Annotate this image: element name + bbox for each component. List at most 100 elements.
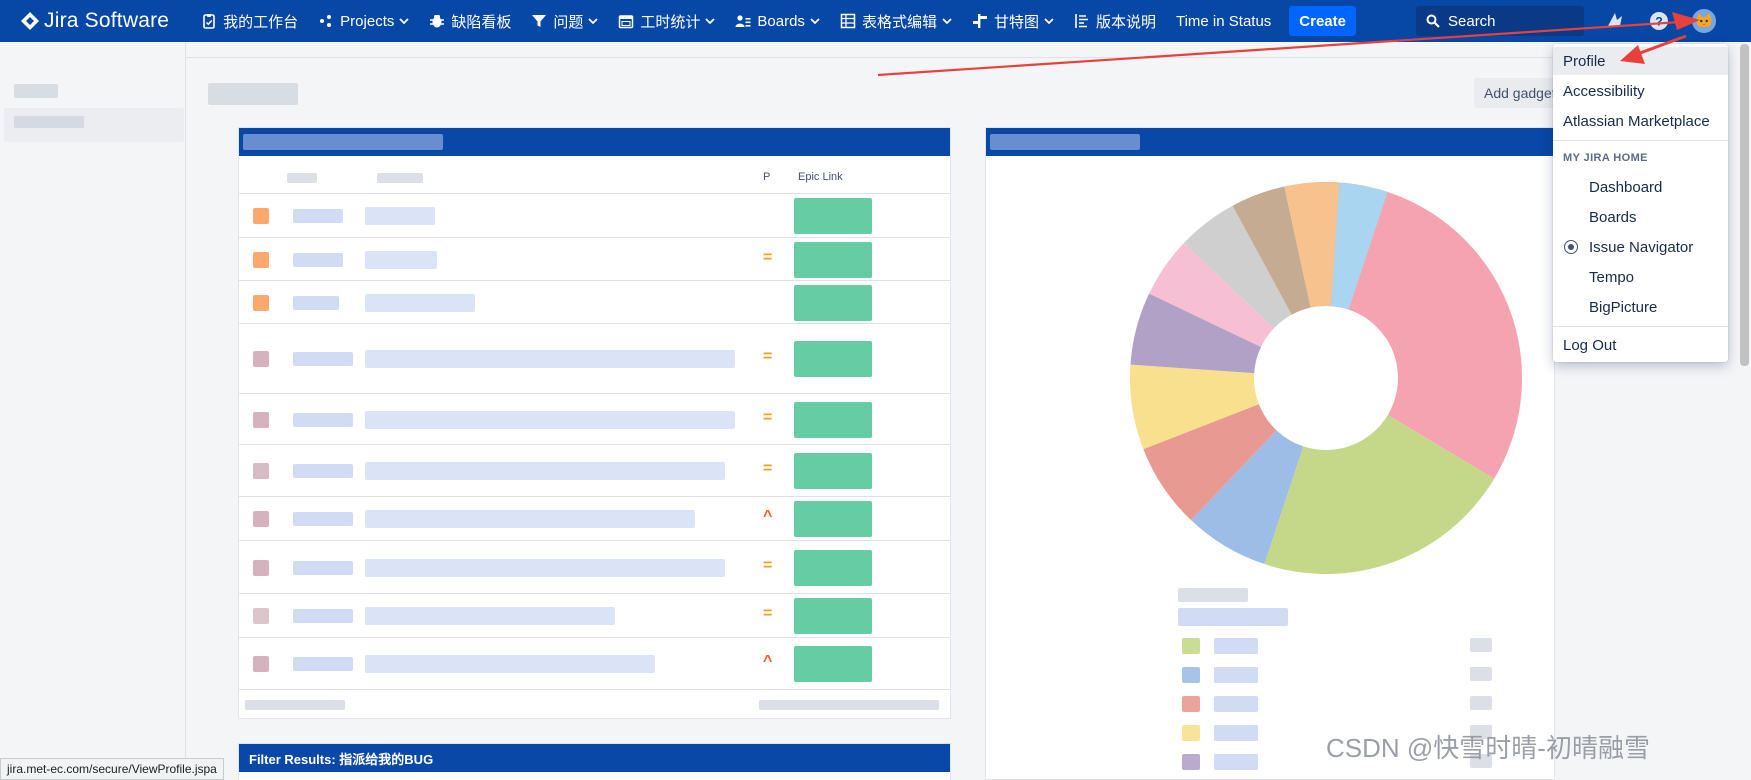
header-divider xyxy=(186,57,1558,58)
blurred-issue-summary[interactable] xyxy=(365,410,735,429)
blurred-footer-count xyxy=(245,700,345,710)
table-row[interactable]: ^ xyxy=(239,638,950,690)
blurred-issue-key[interactable] xyxy=(293,252,343,267)
projects-icon xyxy=(320,15,332,27)
blurred-legend-label[interactable] xyxy=(1214,667,1258,683)
blurred-issue-key[interactable] xyxy=(293,464,353,478)
jira-logo[interactable]: Jira Software xyxy=(20,9,169,33)
blurred-issue-key[interactable] xyxy=(293,412,353,427)
nav-projects[interactable]: Projects xyxy=(308,0,419,42)
filter-results-gadget: Filter Results: 指派给我的BUG xyxy=(238,743,951,780)
nav-time-in-status-label: Time in Status xyxy=(1175,12,1272,30)
table-row[interactable]: = xyxy=(239,594,950,638)
add-gadget-button[interactable]: Add gadget xyxy=(1474,78,1564,108)
menu-item-tempo[interactable]: Tempo xyxy=(1553,263,1728,291)
nav-table-edit[interactable]: 表格式编辑 xyxy=(830,0,962,42)
nav-worklog-stats[interactable]: 工时统计 xyxy=(608,0,725,42)
issue-type-icon xyxy=(253,251,269,268)
nav-gantt-label: 甘特图 xyxy=(993,13,1039,31)
blurred-issue-summary[interactable] xyxy=(365,558,725,577)
blurred-issue-summary[interactable] xyxy=(365,350,735,368)
blurred-epic-link[interactable] xyxy=(794,284,872,321)
table-row[interactable]: = xyxy=(239,324,950,394)
nav-my-workbench-label: 我的工作台 xyxy=(223,13,299,31)
user-avatar[interactable] xyxy=(1690,7,1718,35)
blurred-issue-summary[interactable] xyxy=(365,462,725,480)
blurred-legend-label[interactable] xyxy=(1214,638,1258,654)
blurred-issue-key[interactable] xyxy=(293,512,353,526)
table-row[interactable]: = xyxy=(239,238,950,281)
blurred-epic-link[interactable] xyxy=(794,341,872,377)
issue-type-icon xyxy=(253,351,269,367)
svg-text:?: ? xyxy=(1655,15,1662,29)
menu-item-accessibility[interactable]: Accessibility xyxy=(1553,77,1728,105)
blurred-epic-link[interactable] xyxy=(794,197,872,234)
issue-type-icon xyxy=(253,608,269,624)
menu-item-log-out[interactable]: Log Out xyxy=(1553,331,1728,359)
blurred-issue-summary[interactable] xyxy=(365,510,695,528)
blurred-legend-label[interactable] xyxy=(1214,725,1258,741)
table-row[interactable]: = xyxy=(239,445,950,497)
blurred-legend-count xyxy=(1470,667,1492,681)
blurred-epic-link[interactable] xyxy=(794,401,872,438)
menu-divider xyxy=(1553,326,1728,327)
nav-defect-board[interactable]: 缺陷看板 xyxy=(419,0,521,42)
blurred-issue-key[interactable] xyxy=(293,657,353,671)
blurred-epic-link[interactable] xyxy=(794,453,872,489)
pie-gadget-header xyxy=(986,128,1554,156)
blurred-issue-key[interactable] xyxy=(293,560,353,575)
blurred-issue-summary[interactable] xyxy=(365,655,655,673)
table-row[interactable] xyxy=(239,193,950,238)
blurred-issue-summary[interactable] xyxy=(365,206,435,225)
epic-link-column-header[interactable]: Epic Link xyxy=(798,171,843,183)
search-icon xyxy=(1426,14,1440,28)
page-scrollbar[interactable] xyxy=(1740,44,1749,366)
blurred-issue-key[interactable] xyxy=(293,295,339,310)
csdn-watermark: CSDN @快雪时晴-初晴融雪 xyxy=(1326,733,1650,763)
menu-item-atlassian-marketplace[interactable]: Atlassian Marketplace xyxy=(1553,107,1728,135)
priority-icon: = xyxy=(763,348,773,365)
blurred-issue-key[interactable] xyxy=(293,609,353,623)
blurred-issue-summary[interactable] xyxy=(365,293,475,312)
blurred-epic-link[interactable] xyxy=(794,241,872,278)
chevron-down-icon xyxy=(1044,18,1054,25)
menu-item-profile[interactable]: Profile xyxy=(1553,47,1728,75)
help-icon[interactable]: ? xyxy=(1648,10,1670,32)
nav-issues[interactable]: 问题 xyxy=(521,0,608,42)
blurred-epic-link[interactable] xyxy=(794,598,872,634)
table-row[interactable]: = xyxy=(239,541,950,594)
nav-my-workbench[interactable]: 我的工作台 xyxy=(191,0,308,42)
blurred-issue-key[interactable] xyxy=(293,208,343,223)
nav-time-in-status[interactable]: Time in Status xyxy=(1166,0,1281,42)
blurred-legend-label[interactable] xyxy=(1214,696,1258,712)
blurred-legend-label[interactable] xyxy=(1214,754,1258,770)
blurred-epic-link[interactable] xyxy=(794,501,872,537)
jira-logo-icon xyxy=(21,12,39,30)
legend-swatch xyxy=(1182,638,1200,654)
blurred-epic-link[interactable] xyxy=(794,646,872,682)
priority-column-header[interactable]: P xyxy=(763,171,770,183)
legend-swatch xyxy=(1182,754,1200,770)
table-row[interactable]: = xyxy=(239,394,950,445)
nav-release-notes[interactable]: 版本说明 xyxy=(1064,0,1166,42)
nav-boards[interactable]: Boards xyxy=(725,0,830,42)
menu-item-dashboard[interactable]: Dashboard xyxy=(1553,173,1728,201)
blurred-issue-key[interactable] xyxy=(293,352,353,366)
blurred-epic-link[interactable] xyxy=(794,549,872,586)
menu-item-bigpicture[interactable]: BigPicture xyxy=(1553,293,1728,321)
create-button[interactable]: Create xyxy=(1289,6,1356,36)
table-row[interactable]: ^ xyxy=(239,497,950,541)
blurred-issue-summary[interactable] xyxy=(365,607,615,625)
nav-issues-label: 问题 xyxy=(553,13,584,31)
nav-gantt[interactable]: 甘特图 xyxy=(962,0,1064,42)
issue-type-icon xyxy=(253,463,269,479)
blurred-issue-summary[interactable] xyxy=(365,250,437,269)
menu-item-issue-navigator[interactable]: Issue Navigator xyxy=(1553,233,1728,261)
search-input[interactable]: Search xyxy=(1416,6,1584,36)
blurred-footer-pagination[interactable] xyxy=(759,700,939,710)
chevron-down-icon xyxy=(399,18,409,25)
menu-item-boards[interactable]: Boards xyxy=(1553,203,1728,231)
table-row[interactable] xyxy=(239,281,950,324)
notifications-icon[interactable] xyxy=(1604,10,1626,32)
legend-swatch xyxy=(1182,725,1200,741)
